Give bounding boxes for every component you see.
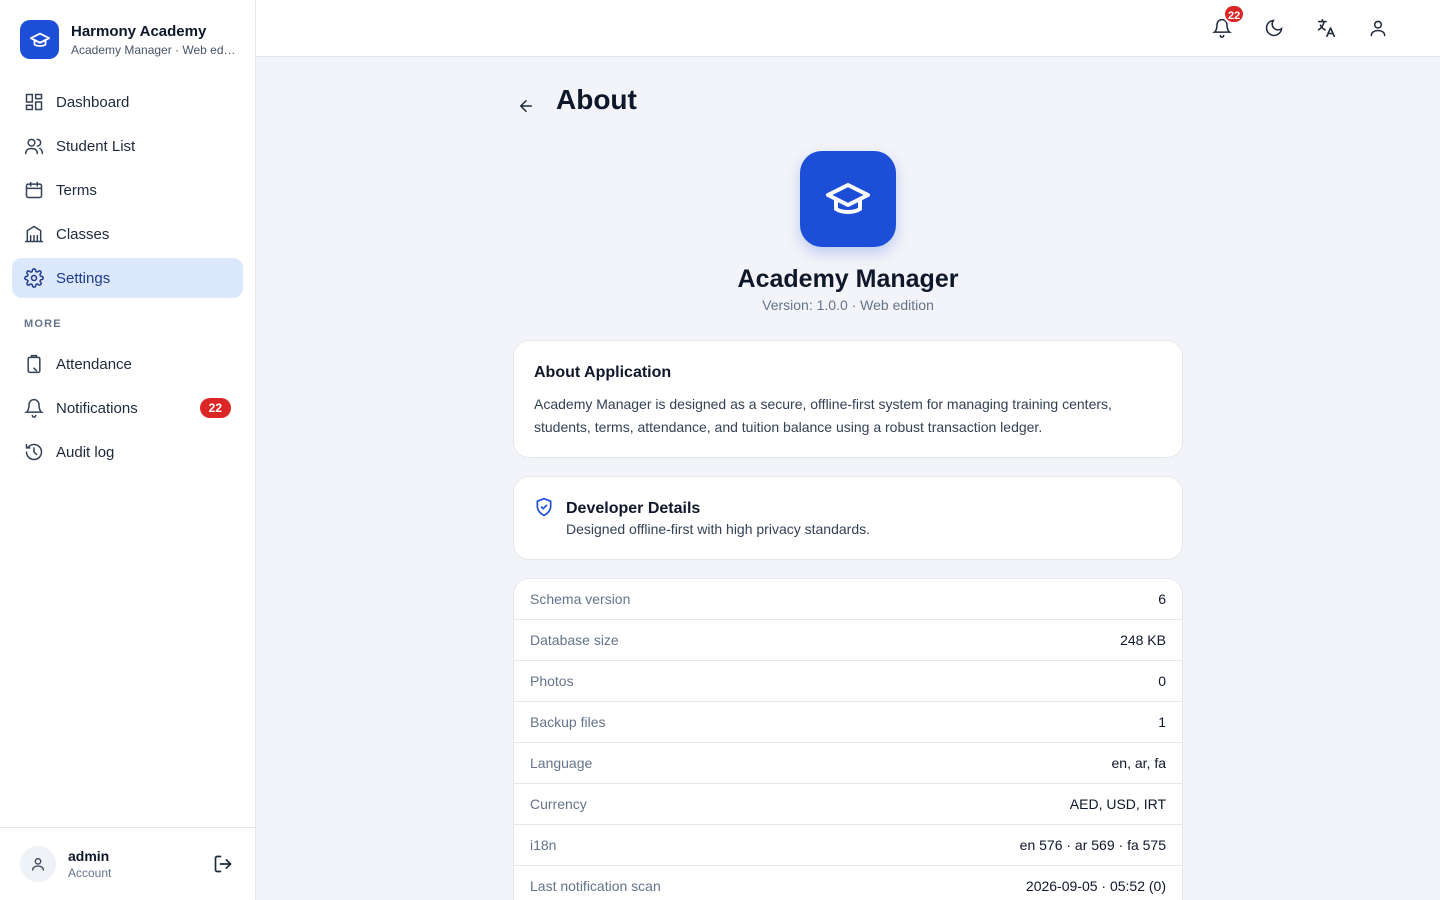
app-logo: [800, 151, 896, 247]
table-row: Schema version 6: [514, 579, 1182, 620]
developer-details-card: Developer Details Designed offline-first…: [513, 476, 1183, 560]
sidebar-item-settings[interactable]: Settings: [12, 258, 243, 298]
sidebar-item-label: Audit log: [56, 443, 115, 461]
sidebar-item-terms[interactable]: Terms: [12, 170, 243, 210]
table-row: Language en, ar, fa: [514, 743, 1182, 784]
graduation-cap-icon: [826, 183, 870, 214]
moon-icon: [1265, 19, 1283, 37]
user-icon: [1370, 20, 1386, 37]
sidebar-item-label: Settings: [56, 269, 111, 287]
sidebar-item-classes[interactable]: Classes: [12, 214, 243, 254]
sidebar-item-label: Student List: [56, 137, 136, 155]
info-label: i18n: [530, 837, 557, 853]
sidebar-item-student-list[interactable]: Student List: [12, 126, 243, 166]
arrow-left-icon: [520, 100, 532, 112]
app-name: Academy Manager: [737, 265, 959, 293]
building-icon: [24, 224, 44, 244]
sidebar-nav: Dashboard Student List Terms Classes Set…: [12, 82, 243, 476]
sidebar-item-label: Classes: [56, 225, 110, 243]
user-role: Account: [68, 866, 112, 880]
app-version: Version: 1.0.0 · Web edition: [762, 297, 934, 313]
calendar-icon: [24, 180, 44, 200]
table-row: i18n en 576 · ar 569 · fa 575: [514, 825, 1182, 866]
info-label: Schema version: [530, 591, 631, 607]
graduation-cap-icon: [20, 20, 59, 59]
notifications-count-badge: 22: [199, 398, 231, 418]
sidebar-item-label: Attendance: [56, 355, 132, 373]
sidebar-item-label: Dashboard: [56, 93, 130, 111]
back-button[interactable]: [514, 94, 538, 118]
info-value: en 576 · ar 569 · fa 575: [1019, 837, 1166, 853]
sidebar-item-notifications[interactable]: Notifications 22: [12, 388, 243, 428]
user-panel: admin Account: [0, 827, 255, 900]
bell-icon: [24, 398, 44, 418]
info-label: Last notification scan: [530, 878, 661, 894]
about-card-text: Academy Manager is designed as a secure,…: [534, 396, 1112, 435]
table-row: Currency AED, USD, IRT: [514, 784, 1182, 825]
user-name: admin: [68, 848, 110, 864]
theme-toggle-button[interactable]: [1262, 16, 1286, 40]
brand-subtitle: Academy Manager · Web edition: [71, 42, 236, 57]
info-value: en, ar, fa: [1111, 755, 1166, 771]
info-value: 248 KB: [1120, 632, 1166, 648]
sidebar-item-label: Notifications: [56, 399, 138, 417]
info-value: 6: [1158, 591, 1166, 607]
about-card-title: About Application: [534, 364, 672, 381]
section-label-more: MORE: [24, 318, 62, 330]
brand[interactable]: Harmony Academy Academy Manager · Web ed…: [20, 20, 236, 59]
sidebar-item-attendance[interactable]: Attendance: [12, 344, 243, 384]
gear-icon: [24, 268, 44, 288]
sidebar: Harmony Academy Academy Manager · Web ed…: [0, 0, 256, 900]
info-label: Language: [530, 755, 593, 771]
info-value: AED, USD, IRT: [1069, 796, 1166, 812]
history-icon: [24, 442, 44, 462]
system-info-table: Schema version 6 Database size 248 KB Ph…: [513, 578, 1183, 900]
table-row: Last notification scan 2026-09-05 · 05:5…: [514, 866, 1182, 900]
dashboard-icon: [24, 92, 44, 112]
logout-icon[interactable]: [211, 852, 235, 876]
table-row: Photos 0: [514, 661, 1182, 702]
notifications-button[interactable]: 22: [1210, 4, 1246, 40]
developer-card-subtitle: Designed offline-first with high privacy…: [566, 521, 871, 537]
sidebar-item-label: Terms: [56, 181, 97, 199]
sidebar-item-dashboard[interactable]: Dashboard: [12, 82, 243, 122]
info-label: Database size: [530, 632, 619, 648]
brand-title: Harmony Academy: [71, 22, 207, 40]
info-label: Currency: [530, 796, 587, 812]
notifications-badge: 22: [1223, 4, 1246, 24]
users-icon: [24, 136, 44, 156]
info-label: Backup files: [530, 714, 606, 730]
translate-icon: [1317, 18, 1336, 38]
info-value: 1: [1158, 714, 1166, 730]
info-value: 0: [1158, 673, 1166, 689]
developer-card-title: Developer Details: [566, 500, 701, 517]
clipboard-icon: [24, 354, 44, 374]
table-row: Backup files 1: [514, 702, 1182, 743]
profile-button[interactable]: [1366, 16, 1390, 40]
topbar: 22: [256, 0, 1440, 57]
language-button[interactable]: [1314, 16, 1338, 40]
table-row: Database size 248 KB: [514, 620, 1182, 661]
shield-check-icon: [534, 497, 554, 517]
info-label: Photos: [530, 673, 574, 689]
info-value: 2026-09-05 · 05:52 (0): [1025, 878, 1166, 894]
page-title: About: [556, 84, 637, 115]
sidebar-item-audit-log[interactable]: Audit log: [12, 432, 243, 472]
avatar[interactable]: [20, 846, 56, 882]
about-application-card: About Application Academy Manager is des…: [513, 340, 1183, 458]
